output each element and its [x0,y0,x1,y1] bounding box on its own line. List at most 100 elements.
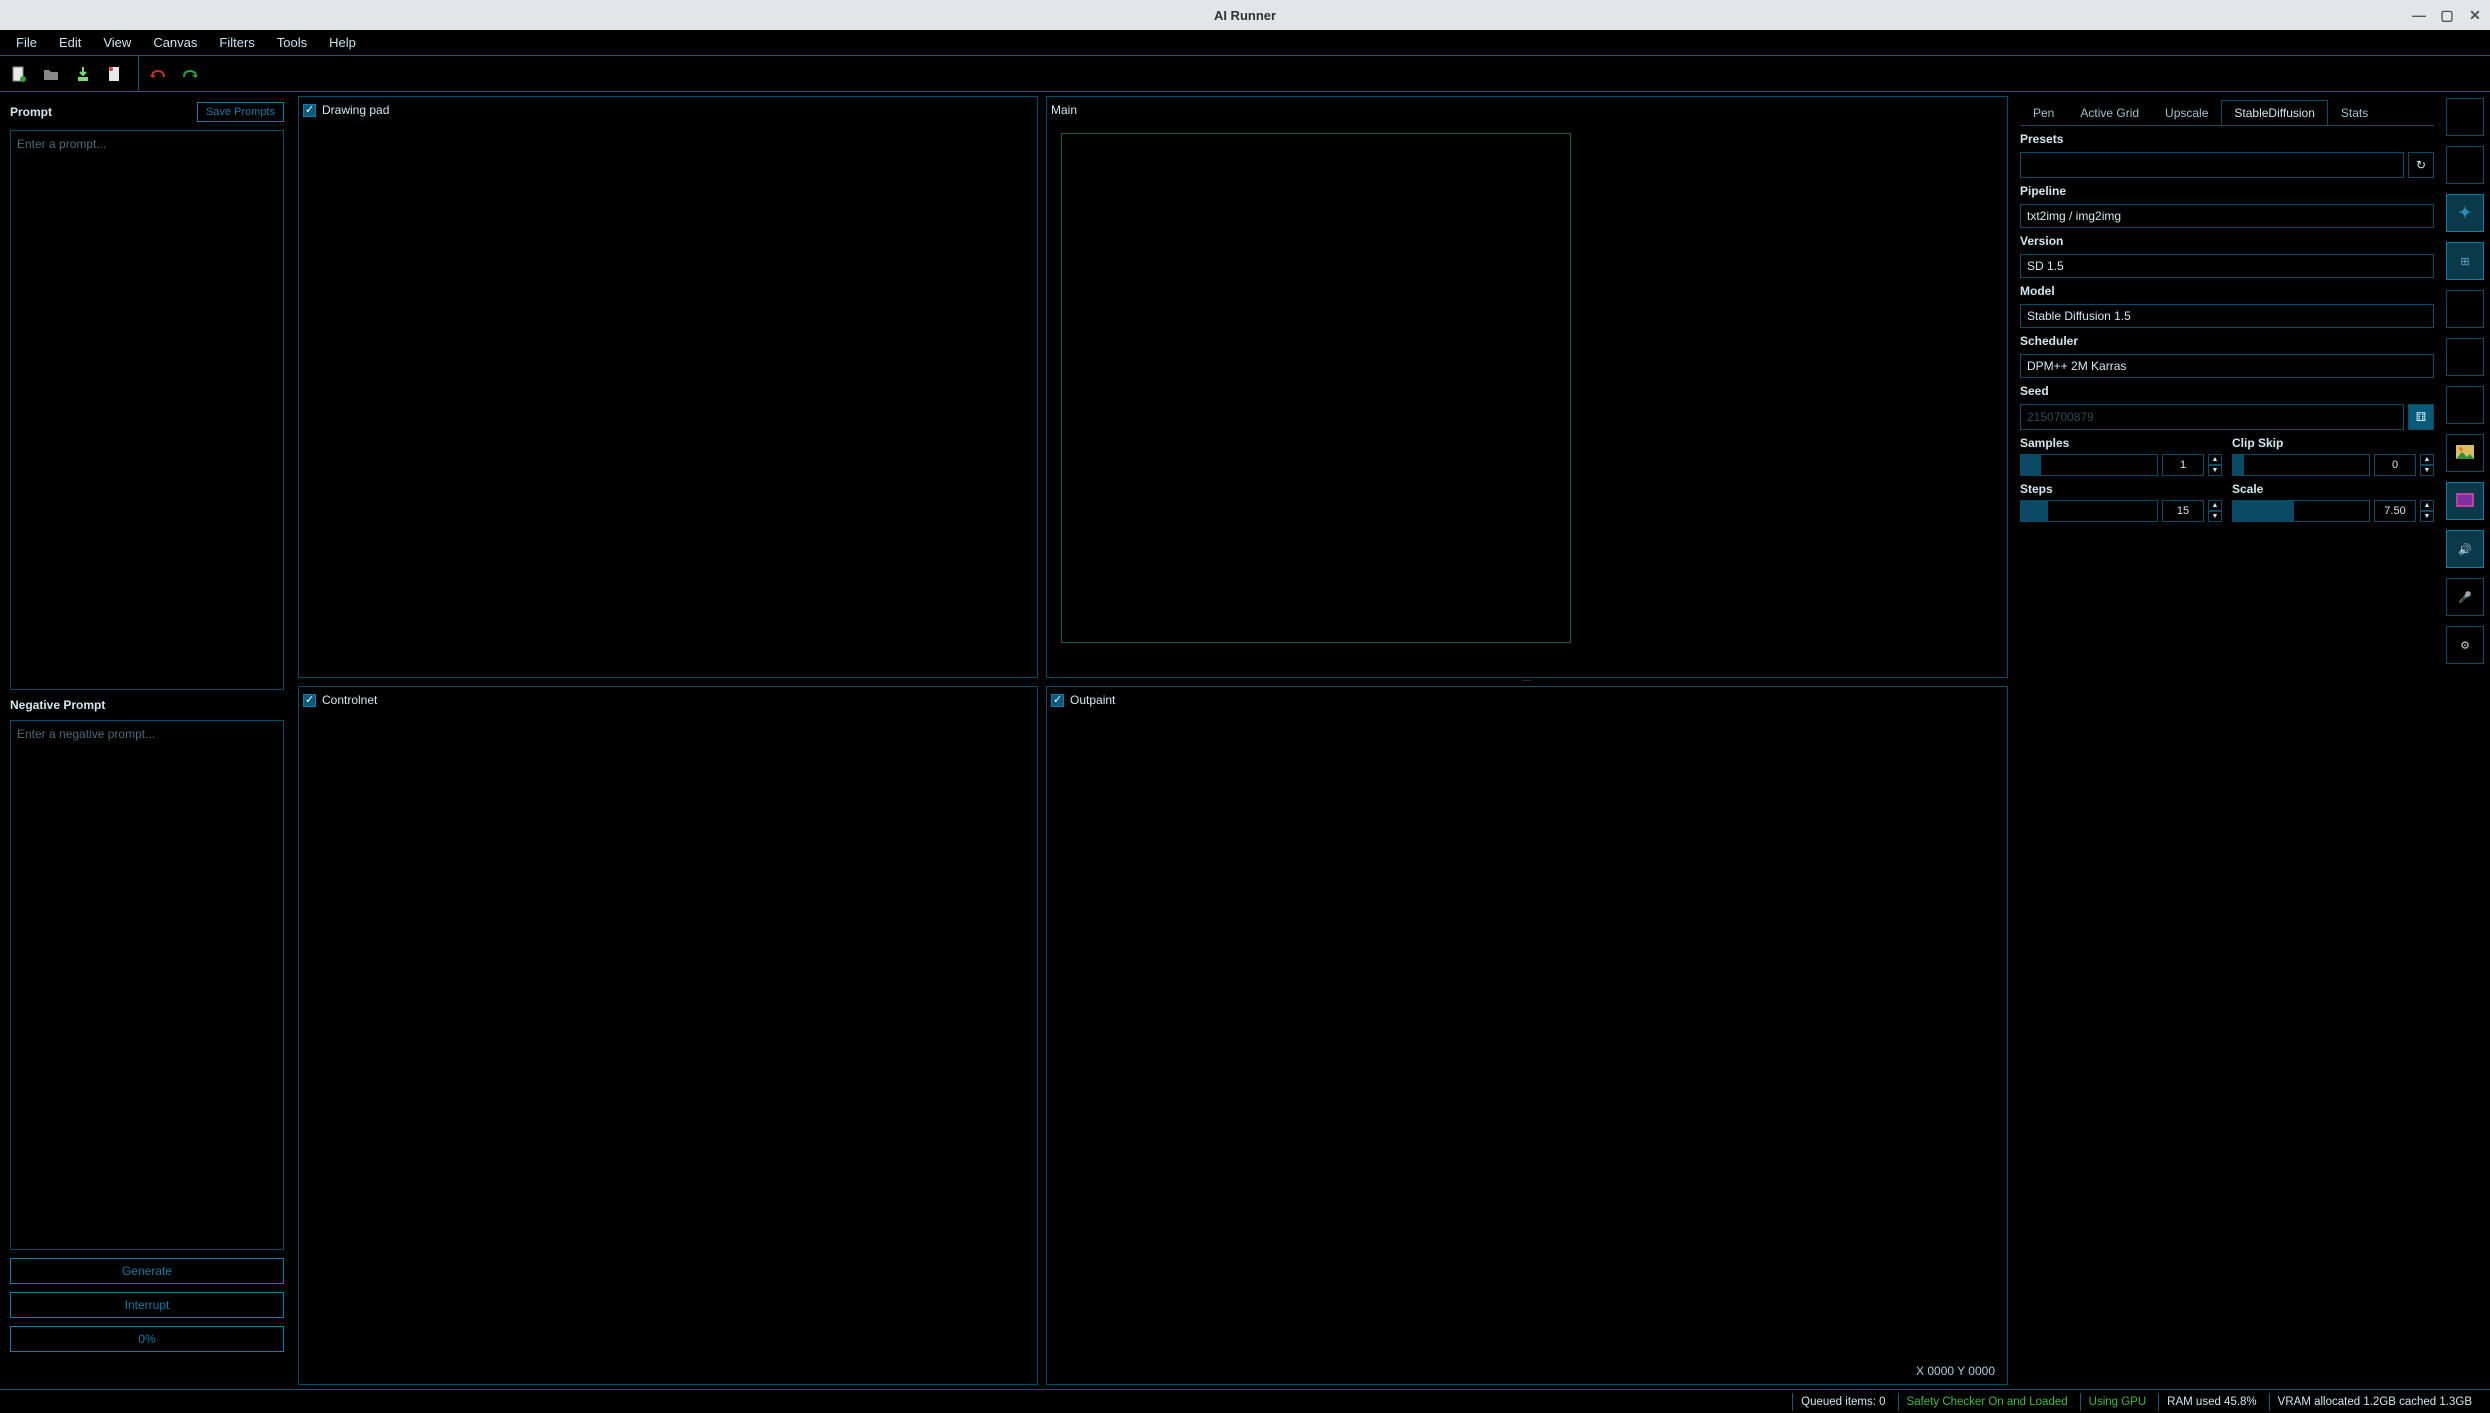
prompt-input[interactable] [10,130,284,690]
open-file-button[interactable] [38,61,64,87]
outpaint-checkbox[interactable] [1051,694,1064,707]
scale-down[interactable]: ▼ [2420,511,2434,522]
presets-label: Presets [2020,132,2434,146]
main-toolbar [0,56,2490,92]
scale-up[interactable]: ▲ [2420,500,2434,511]
clipskip-slider[interactable] [2232,454,2370,476]
negative-prompt-input[interactable] [10,720,284,1250]
tool-grid-button[interactable]: ⊞ [2446,242,2484,280]
gallery-icon [2456,493,2474,510]
drawing-pad-checkbox[interactable] [303,104,316,117]
tool-mic-button[interactable]: 🎤 [2446,578,2484,616]
status-gpu: Using GPU [2080,1393,2155,1411]
import-button[interactable] [70,61,96,87]
tool-button-6[interactable] [2446,338,2484,376]
menu-file[interactable]: File [6,31,47,54]
redo-button[interactable] [177,61,203,87]
minimize-button[interactable]: — [2412,8,2426,22]
right-panel: Pen Active Grid Upscale StableDiffusion … [2012,92,2442,1389]
model-select[interactable]: Stable Diffusion 1.5 [2020,304,2434,328]
seed-randomize-button[interactable]: ⚅ [2408,404,2434,430]
steps-input[interactable] [2162,500,2204,522]
tool-gallery-button[interactable] [2446,482,2484,520]
version-label: Version [2020,234,2434,248]
generate-button[interactable]: Generate [10,1258,284,1284]
center-panel: Drawing pad Main ┄┄ Controlnet [294,92,2012,1389]
drawing-pad-label: Drawing pad [322,103,389,117]
scale-label: Scale [2232,482,2434,496]
steps-slider[interactable] [2020,500,2158,522]
tab-stablediffusion[interactable]: StableDiffusion [2221,100,2328,125]
menu-help[interactable]: Help [319,31,366,54]
seed-label: Seed [2020,384,2434,398]
menu-edit[interactable]: Edit [49,31,91,54]
samples-label: Samples [2020,436,2222,450]
tool-button-5[interactable] [2446,290,2484,328]
status-safety: Safety Checker On and Loaded [1898,1393,2076,1411]
tab-upscale[interactable]: Upscale [2152,100,2221,125]
pipeline-select[interactable]: txt2img / img2img [2020,204,2434,228]
samples-slider[interactable] [2020,454,2158,476]
dice-icon: ⚅ [2416,410,2426,424]
plus-icon: ✦ [2458,203,2471,223]
clipskip-up[interactable]: ▲ [2420,454,2434,465]
negative-prompt-label: Negative Prompt [10,698,105,712]
controlnet-panel: Controlnet [298,686,1038,1385]
version-select[interactable]: SD 1.5 [2020,254,2434,278]
maximize-button[interactable]: ▢ [2440,8,2454,22]
main-canvas-area[interactable] [1061,133,1571,643]
scale-slider[interactable] [2232,500,2370,522]
controlnet-label: Controlnet [322,693,377,707]
clipskip-down[interactable]: ▼ [2420,465,2434,476]
menu-view[interactable]: View [93,31,141,54]
document-button[interactable] [102,61,128,87]
seed-input[interactable] [2020,404,2404,430]
clipskip-label: Clip Skip [2232,436,2434,450]
menu-canvas[interactable]: Canvas [143,31,207,54]
scale-input[interactable] [2374,500,2416,522]
main-canvas-panel: Main ┄┄ [1046,96,2008,678]
samples-up[interactable]: ▲ [2208,454,2222,465]
tool-sound-button[interactable]: 🔊 [2446,530,2484,568]
window-title: AI Runner [1214,8,1276,23]
close-button[interactable]: ✕ [2468,8,2482,22]
steps-up[interactable]: ▲ [2208,500,2222,511]
main-canvas-label: Main [1051,103,1077,117]
speaker-icon: 🔊 [2458,543,2472,556]
coordinates-display: X 0000 Y 0000 [1916,1364,1995,1378]
drag-handle-icon[interactable]: ┄┄ [1507,676,1547,680]
gear-icon: ⚙ [2460,639,2470,652]
samples-input[interactable] [2162,454,2204,476]
scheduler-label: Scheduler [2020,334,2434,348]
presets-refresh-button[interactable]: ↻ [2408,152,2434,178]
tool-button-3[interactable]: ✦ [2446,194,2484,232]
status-vram: VRAM allocated 1.2GB cached 1.3GB [2269,1393,2480,1411]
tool-button-2[interactable] [2446,146,2484,184]
menu-tools[interactable]: Tools [267,31,317,54]
controlnet-checkbox[interactable] [303,694,316,707]
clipskip-input[interactable] [2374,454,2416,476]
tool-settings-button[interactable]: ⚙ [2446,626,2484,664]
tool-button-7[interactable] [2446,386,2484,424]
left-panel: Prompt Save Prompts Negative Prompt Gene… [0,92,294,1389]
interrupt-button[interactable]: Interrupt [10,1292,284,1318]
grid-icon: ⊞ [2460,255,2469,268]
new-file-button[interactable] [6,61,32,87]
tool-button-1[interactable] [2446,98,2484,136]
tab-pen[interactable]: Pen [2020,100,2067,125]
menu-filters[interactable]: Filters [209,31,264,54]
presets-select[interactable] [2020,152,2404,178]
model-label: Model [2020,284,2434,298]
tool-image-button[interactable] [2446,434,2484,472]
undo-button[interactable] [145,61,171,87]
tab-active-grid[interactable]: Active Grid [2067,100,2152,125]
steps-down[interactable]: ▼ [2208,511,2222,522]
save-prompts-button[interactable]: Save Prompts [197,102,284,122]
scheduler-select[interactable]: DPM++ 2M Karras [2020,354,2434,378]
drawing-pad-panel: Drawing pad [298,96,1038,678]
samples-down[interactable]: ▼ [2208,465,2222,476]
pipeline-label: Pipeline [2020,184,2434,198]
tab-stats[interactable]: Stats [2328,100,2381,125]
outpaint-label: Outpaint [1070,693,1115,707]
steps-label: Steps [2020,482,2222,496]
